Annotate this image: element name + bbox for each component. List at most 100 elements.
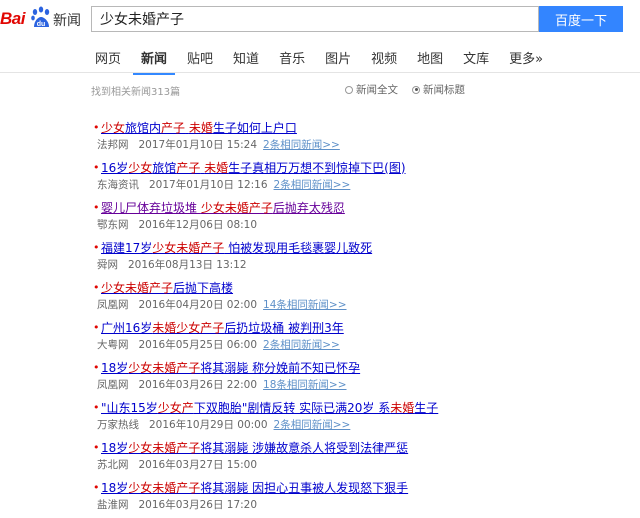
result-time: 2016年03月27日 15:00	[138, 458, 258, 471]
result-time: 2016年03月26日 22:00	[138, 378, 258, 391]
bullet-icon: •	[93, 360, 100, 374]
title-text: 将其溺毙 涉嫌故意杀人将受到法律严惩	[200, 440, 409, 455]
result-meta: 盐淮网 2016年03月26日 17:20	[97, 496, 633, 512]
result-item: • 婴儿尸体弃垃圾堆 少女未婚产子后抛弃太残忍 鄂东网 2016年12月06日 08:…	[93, 198, 633, 238]
title-text: 生子真相万万想不到惊掉下巴(图)	[228, 160, 406, 175]
scope-option-0[interactable]: 新闻全文	[345, 82, 398, 97]
title-text: 将其溺毙 称分娩前不知已怀孕	[200, 360, 361, 375]
result-title-link[interactable]: 16岁少女旅馆产子 未婚生子真相万万想不到惊掉下巴(图)	[101, 159, 406, 176]
result-source: 苏北网	[97, 458, 129, 471]
keyword-highlight: 少女未婚产子	[128, 480, 201, 495]
same-news-link[interactable]: 14条相同新闻>>	[263, 297, 346, 312]
tab-2[interactable]: 贴吧	[187, 48, 213, 72]
result-title-link[interactable]: 广州16岁未婚少女产子后扔垃圾桶 被判刑3年	[101, 319, 344, 336]
same-news-link[interactable]: 2条相同新闻>>	[274, 417, 351, 432]
title-text: "山东15岁	[101, 400, 158, 415]
result-source: 凤凰网	[97, 378, 129, 391]
title-text: 广州16岁	[101, 320, 153, 335]
logo-text-news: 新闻	[53, 13, 81, 29]
keyword-highlight: 少女未婚产子	[128, 360, 201, 375]
keyword-highlight: 产子	[176, 160, 201, 175]
title-text: 16岁	[101, 160, 129, 175]
result-title-link[interactable]: 福建17岁少女未婚产子 怕被发现用毛毯裹婴儿致死	[101, 239, 372, 256]
paw-icon: du	[31, 6, 50, 28]
scope-option-label: 新闻全文	[356, 84, 398, 96]
title-text: 旅馆	[152, 160, 177, 175]
result-meta: 舜网 2016年08月13日 13:12	[97, 256, 633, 272]
tab-0[interactable]: 网页	[95, 48, 121, 72]
tab-4[interactable]: 音乐	[279, 48, 305, 72]
result-title-link[interactable]: 婴儿尸体弃垃圾堆 少女未婚产子后抛弃太残忍	[101, 199, 345, 216]
same-news-link[interactable]: 2条相同新闻>>	[274, 177, 351, 192]
tab-5[interactable]: 图片	[325, 48, 351, 72]
result-source: 盐淮网	[97, 498, 129, 511]
tab-1[interactable]: 新闻	[133, 48, 176, 75]
result-item: • 福建17岁少女未婚产子 怕被发现用毛毯裹婴儿致死舜网 2016年08月13日 1…	[93, 238, 633, 278]
result-time: 2017年01月10日 15:24	[138, 138, 258, 151]
bullet-icon: •	[93, 400, 100, 414]
result-title-link[interactable]: "山东15岁少女产下双胞胎"剧情反转 实际已满20岁 系未婚生子	[101, 399, 438, 416]
bullet-icon: •	[93, 120, 100, 134]
keyword-highlight: 未婚	[204, 160, 229, 175]
tab-3[interactable]: 知道	[233, 48, 259, 72]
result-meta: 大粤网 2016年05月25日 06:00 2条相同新闻>>	[97, 336, 633, 352]
header: Bai du 新闻 百度一下	[0, 0, 640, 36]
title-text: 生子	[414, 400, 439, 415]
bullet-icon: •	[93, 240, 100, 254]
results-list: • 少女旅馆内产子 未婚生子如何上户口 法邦网 2017年01月10日 15:24 2条…	[93, 118, 633, 518]
tab-6[interactable]: 视频	[371, 48, 397, 72]
result-source: 东海资讯	[97, 178, 139, 191]
title-text: 婴儿尸体弃垃圾堆	[101, 200, 201, 215]
bullet-icon: •	[93, 320, 100, 334]
bullet-icon: •	[93, 200, 100, 214]
search-input[interactable]	[91, 6, 539, 32]
bullet-icon: •	[93, 480, 100, 494]
result-meta: 鄂东网 2016年12月06日 08:10	[97, 216, 633, 232]
result-source: 舜网	[97, 258, 118, 271]
keyword-highlight: 产子	[161, 120, 186, 135]
keyword-highlight: 未婚	[390, 400, 415, 415]
result-source: 万家热线	[97, 418, 139, 431]
result-item: • 18岁少女未婚产子将其溺毙 称分娩前不知已怀孕凤凰网 2016年03月26日 2…	[93, 358, 633, 398]
bullet-icon: •	[93, 440, 100, 454]
result-source: 鄂东网	[97, 218, 129, 231]
tab-7[interactable]: 地图	[417, 48, 443, 72]
result-item: • 16岁少女旅馆产子 未婚生子真相万万想不到惊掉下巴(图) 东海资讯 2017年01…	[93, 158, 633, 198]
same-news-link[interactable]: 2条相同新闻>>	[263, 337, 340, 352]
result-meta: 万家热线 2016年10月29日 00:00 2条相同新闻>>	[97, 416, 633, 432]
logo-text-bai: Bai	[0, 9, 25, 28]
same-news-link[interactable]: 18条相同新闻>>	[263, 377, 346, 392]
keyword-highlight: 少女未婚产子	[152, 240, 225, 255]
radio-icon[interactable]	[345, 85, 353, 94]
result-time: 2016年08月13日 13:12	[128, 258, 247, 271]
result-item: • 少女未婚产子后抛下高楼 凤凰网 2016年04月20日 02:00 14条相同新闻>…	[93, 278, 633, 318]
result-title-link[interactable]: 少女未婚产子后抛下高楼	[101, 279, 233, 296]
result-item: • 广州16岁未婚少女产子后扔垃圾桶 被判刑3年 大粤网 2016年05月25日 06…	[93, 318, 633, 358]
title-text: 18岁	[101, 480, 129, 495]
result-title-link[interactable]: 18岁少女未婚产子将其溺毙 涉嫌故意杀人将受到法律严惩	[101, 439, 408, 456]
result-title-link[interactable]: 少女旅馆内产子 未婚生子如何上户口	[101, 119, 297, 136]
radio-icon[interactable]	[412, 85, 420, 94]
search-scope-options: 新闻全文 新闻标题	[345, 82, 479, 97]
baidu-news-logo[interactable]: Bai du 新闻	[0, 6, 86, 32]
tab-8[interactable]: 文库	[463, 48, 489, 72]
bullet-icon: •	[93, 280, 100, 294]
result-title-link[interactable]: 18岁少女未婚产子将其溺毙 称分娩前不知已怀孕	[101, 359, 360, 376]
title-text: 18岁	[101, 360, 129, 375]
scope-option-1[interactable]: 新闻标题	[412, 82, 465, 97]
result-source: 法邦网	[97, 138, 129, 151]
result-meta: 苏北网 2016年03月27日 15:00	[97, 456, 633, 472]
search-button[interactable]: 百度一下	[539, 6, 623, 32]
tab-9[interactable]: 更多»	[509, 48, 543, 72]
result-title-link[interactable]: 18岁少女未婚产子将其溺毙 因担心丑事被人发现怒下狠手	[101, 479, 408, 496]
keyword-highlight: 少女未婚产子	[200, 200, 273, 215]
result-item: • 18岁少女未婚产子将其溺毙 因担心丑事被人发现怒下狠手 盐淮网 2016年03月2…	[93, 478, 633, 518]
scope-option-label: 新闻标题	[423, 84, 465, 96]
keyword-highlight: 未婚少女产子	[152, 320, 225, 335]
same-news-link[interactable]: 2条相同新闻>>	[263, 137, 340, 152]
result-time: 2017年01月10日 12:16	[149, 178, 268, 191]
title-text: 下双胞胎"剧情反转 实际已满20岁 系	[193, 400, 391, 415]
keyword-highlight: 少女未婚产子	[101, 280, 174, 295]
keyword-highlight: 少女	[101, 120, 126, 135]
nav-tabs: 网页 新闻 贴吧 知道 音乐 图片 视频 地图 文库 更多»	[95, 48, 563, 75]
